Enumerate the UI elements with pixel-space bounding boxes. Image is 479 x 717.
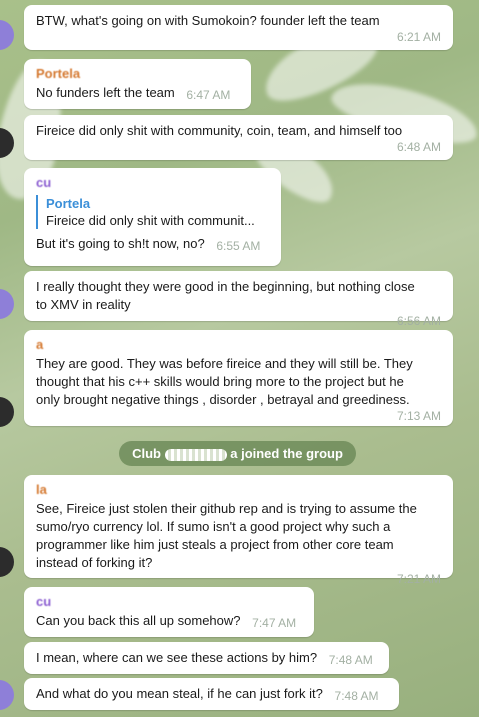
message-bubble[interactable]: Fireice did only shit with community, co…	[24, 115, 453, 160]
message-text: They are good. They was before fireice a…	[36, 356, 413, 407]
service-prefix: Club	[132, 446, 161, 461]
message-bubble[interactable]: la See, Fireice just stolen their github…	[24, 475, 453, 586]
avatar[interactable]	[0, 289, 14, 319]
message-time: 7:13 AM	[396, 409, 441, 423]
reply-quote[interactable]: Portela Fireice did only shit with commu…	[36, 195, 269, 229]
sender-name: Portela	[36, 66, 81, 81]
service-message: Club a joined the group	[119, 441, 356, 466]
avatar[interactable]	[0, 680, 14, 710]
message-time: 6:56 AM	[396, 314, 441, 328]
message-time: 7:48 AM	[328, 653, 373, 667]
message-bubble[interactable]: I really thought they were good in the b…	[24, 271, 453, 328]
message-time: 6:55 AM	[216, 239, 261, 253]
quote-text: Fireice did only shit with communit...	[46, 213, 255, 228]
message-time: 7:47 AM	[252, 616, 297, 630]
service-suffix: a joined the group	[230, 446, 343, 461]
message-bubble[interactable]: cu Portela Fireice did only shit with co…	[24, 168, 281, 266]
message-bubble[interactable]: I mean, where can we see these actions b…	[24, 642, 389, 674]
message-text: Can you back this all up somehow?	[36, 613, 241, 628]
message-text: I really thought they were good in the b…	[36, 279, 415, 312]
message-bubble[interactable]: Portela No funders left the team 6:47 AM	[24, 59, 251, 109]
message-time: 7:48 AM	[334, 689, 379, 703]
avatar[interactable]	[0, 128, 14, 158]
sender-name: la	[36, 482, 47, 497]
message-text: See, Fireice just stolen their github re…	[36, 501, 417, 570]
message-text: But it's going to sh!t now, no?	[36, 236, 205, 251]
message-bubble[interactable]: a They are good. They was before fireice…	[24, 330, 453, 426]
message-time: 6:48 AM	[396, 140, 441, 154]
message-bubble[interactable]: BTW, what's going on with Sumokoin? foun…	[24, 5, 453, 50]
redacted-name	[164, 448, 227, 461]
message-text: Fireice did only shit with community, co…	[36, 123, 403, 138]
message-text: And what do you mean steal, if he can ju…	[36, 686, 323, 701]
sender-name: cu	[36, 175, 52, 190]
message-time: 6:21 AM	[396, 30, 441, 44]
message-bubble[interactable]: And what do you mean steal, if he can ju…	[24, 678, 399, 710]
quote-author: Portela	[46, 196, 91, 211]
message-bubble[interactable]: cu Can you back this all up somehow? 7:4…	[24, 587, 314, 637]
message-text: No funders left the team	[36, 85, 175, 100]
message-time: 6:47 AM	[186, 88, 231, 102]
sender-name: a	[36, 337, 44, 352]
message-text: BTW, what's going on with Sumokoin? foun…	[36, 13, 380, 28]
message-text: I mean, where can we see these actions b…	[36, 650, 318, 665]
avatar[interactable]	[0, 20, 14, 50]
avatar[interactable]	[0, 397, 14, 427]
message-time: 7:21 AM	[396, 572, 441, 586]
sender-name: cu	[36, 594, 52, 609]
avatar[interactable]	[0, 547, 14, 577]
